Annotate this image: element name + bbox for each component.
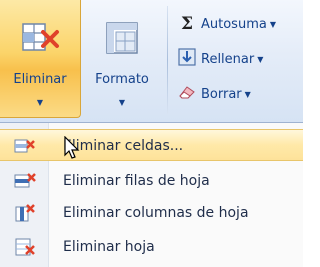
delete-cells-icon: [19, 18, 61, 62]
delete-rows-icon: [14, 172, 36, 190]
sigma-icon: Σ: [180, 14, 194, 34]
chevron-down-icon: ▼: [36, 98, 44, 107]
borrar-label: Borrar: [201, 86, 242, 102]
chevron-down-icon: ▼: [269, 19, 276, 29]
fill-down-icon: [177, 48, 197, 70]
mouse-cursor-icon: [64, 135, 80, 164]
autosuma-button[interactable]: Σ Autosuma ▼: [177, 14, 303, 38]
delete-cells-icon: [14, 137, 36, 155]
formato-button[interactable]: Formato ▼: [82, 0, 162, 118]
menu-item-eliminar-hoja[interactable]: Eliminar hoja: [0, 231, 303, 263]
eliminar-dropdown-menu: Eliminar celdas... Eliminar filas de hoj…: [0, 122, 303, 267]
ribbon-cells-group: Eliminar ▼ Formato ▼ Σ Autosuma ▼ Rellenar: [0, 0, 303, 123]
eliminar-button[interactable]: Eliminar ▼: [0, 0, 81, 118]
menu-item-eliminar-celdas[interactable]: Eliminar celdas...: [0, 129, 303, 161]
menu-item-label: Eliminar filas de hoja: [63, 173, 210, 189]
chevron-down-icon: ▼: [118, 98, 126, 107]
chevron-down-icon: ▼: [257, 54, 264, 64]
chevron-down-icon: ▼: [244, 89, 251, 99]
eliminar-label: Eliminar: [13, 72, 67, 87]
menu-item-label: Eliminar hoja: [63, 239, 155, 255]
menu-item-label: Eliminar celdas...: [63, 138, 184, 154]
borrar-button[interactable]: Borrar ▼: [177, 84, 303, 108]
rellenar-button[interactable]: Rellenar ▼: [177, 48, 303, 72]
group-separator: [167, 6, 168, 114]
rellenar-label: Rellenar: [201, 51, 255, 67]
menu-item-eliminar-filas[interactable]: Eliminar filas de hoja: [0, 165, 303, 197]
eraser-icon: [177, 84, 197, 104]
autosuma-label: Autosuma: [201, 16, 267, 32]
delete-columns-icon: [14, 204, 36, 222]
formato-label: Formato: [95, 72, 149, 87]
menu-item-eliminar-columnas[interactable]: Eliminar columnas de hoja: [0, 197, 303, 229]
format-cells-icon: [102, 18, 142, 62]
menu-item-label: Eliminar columnas de hoja: [63, 205, 249, 221]
delete-sheet-icon: [14, 238, 36, 256]
